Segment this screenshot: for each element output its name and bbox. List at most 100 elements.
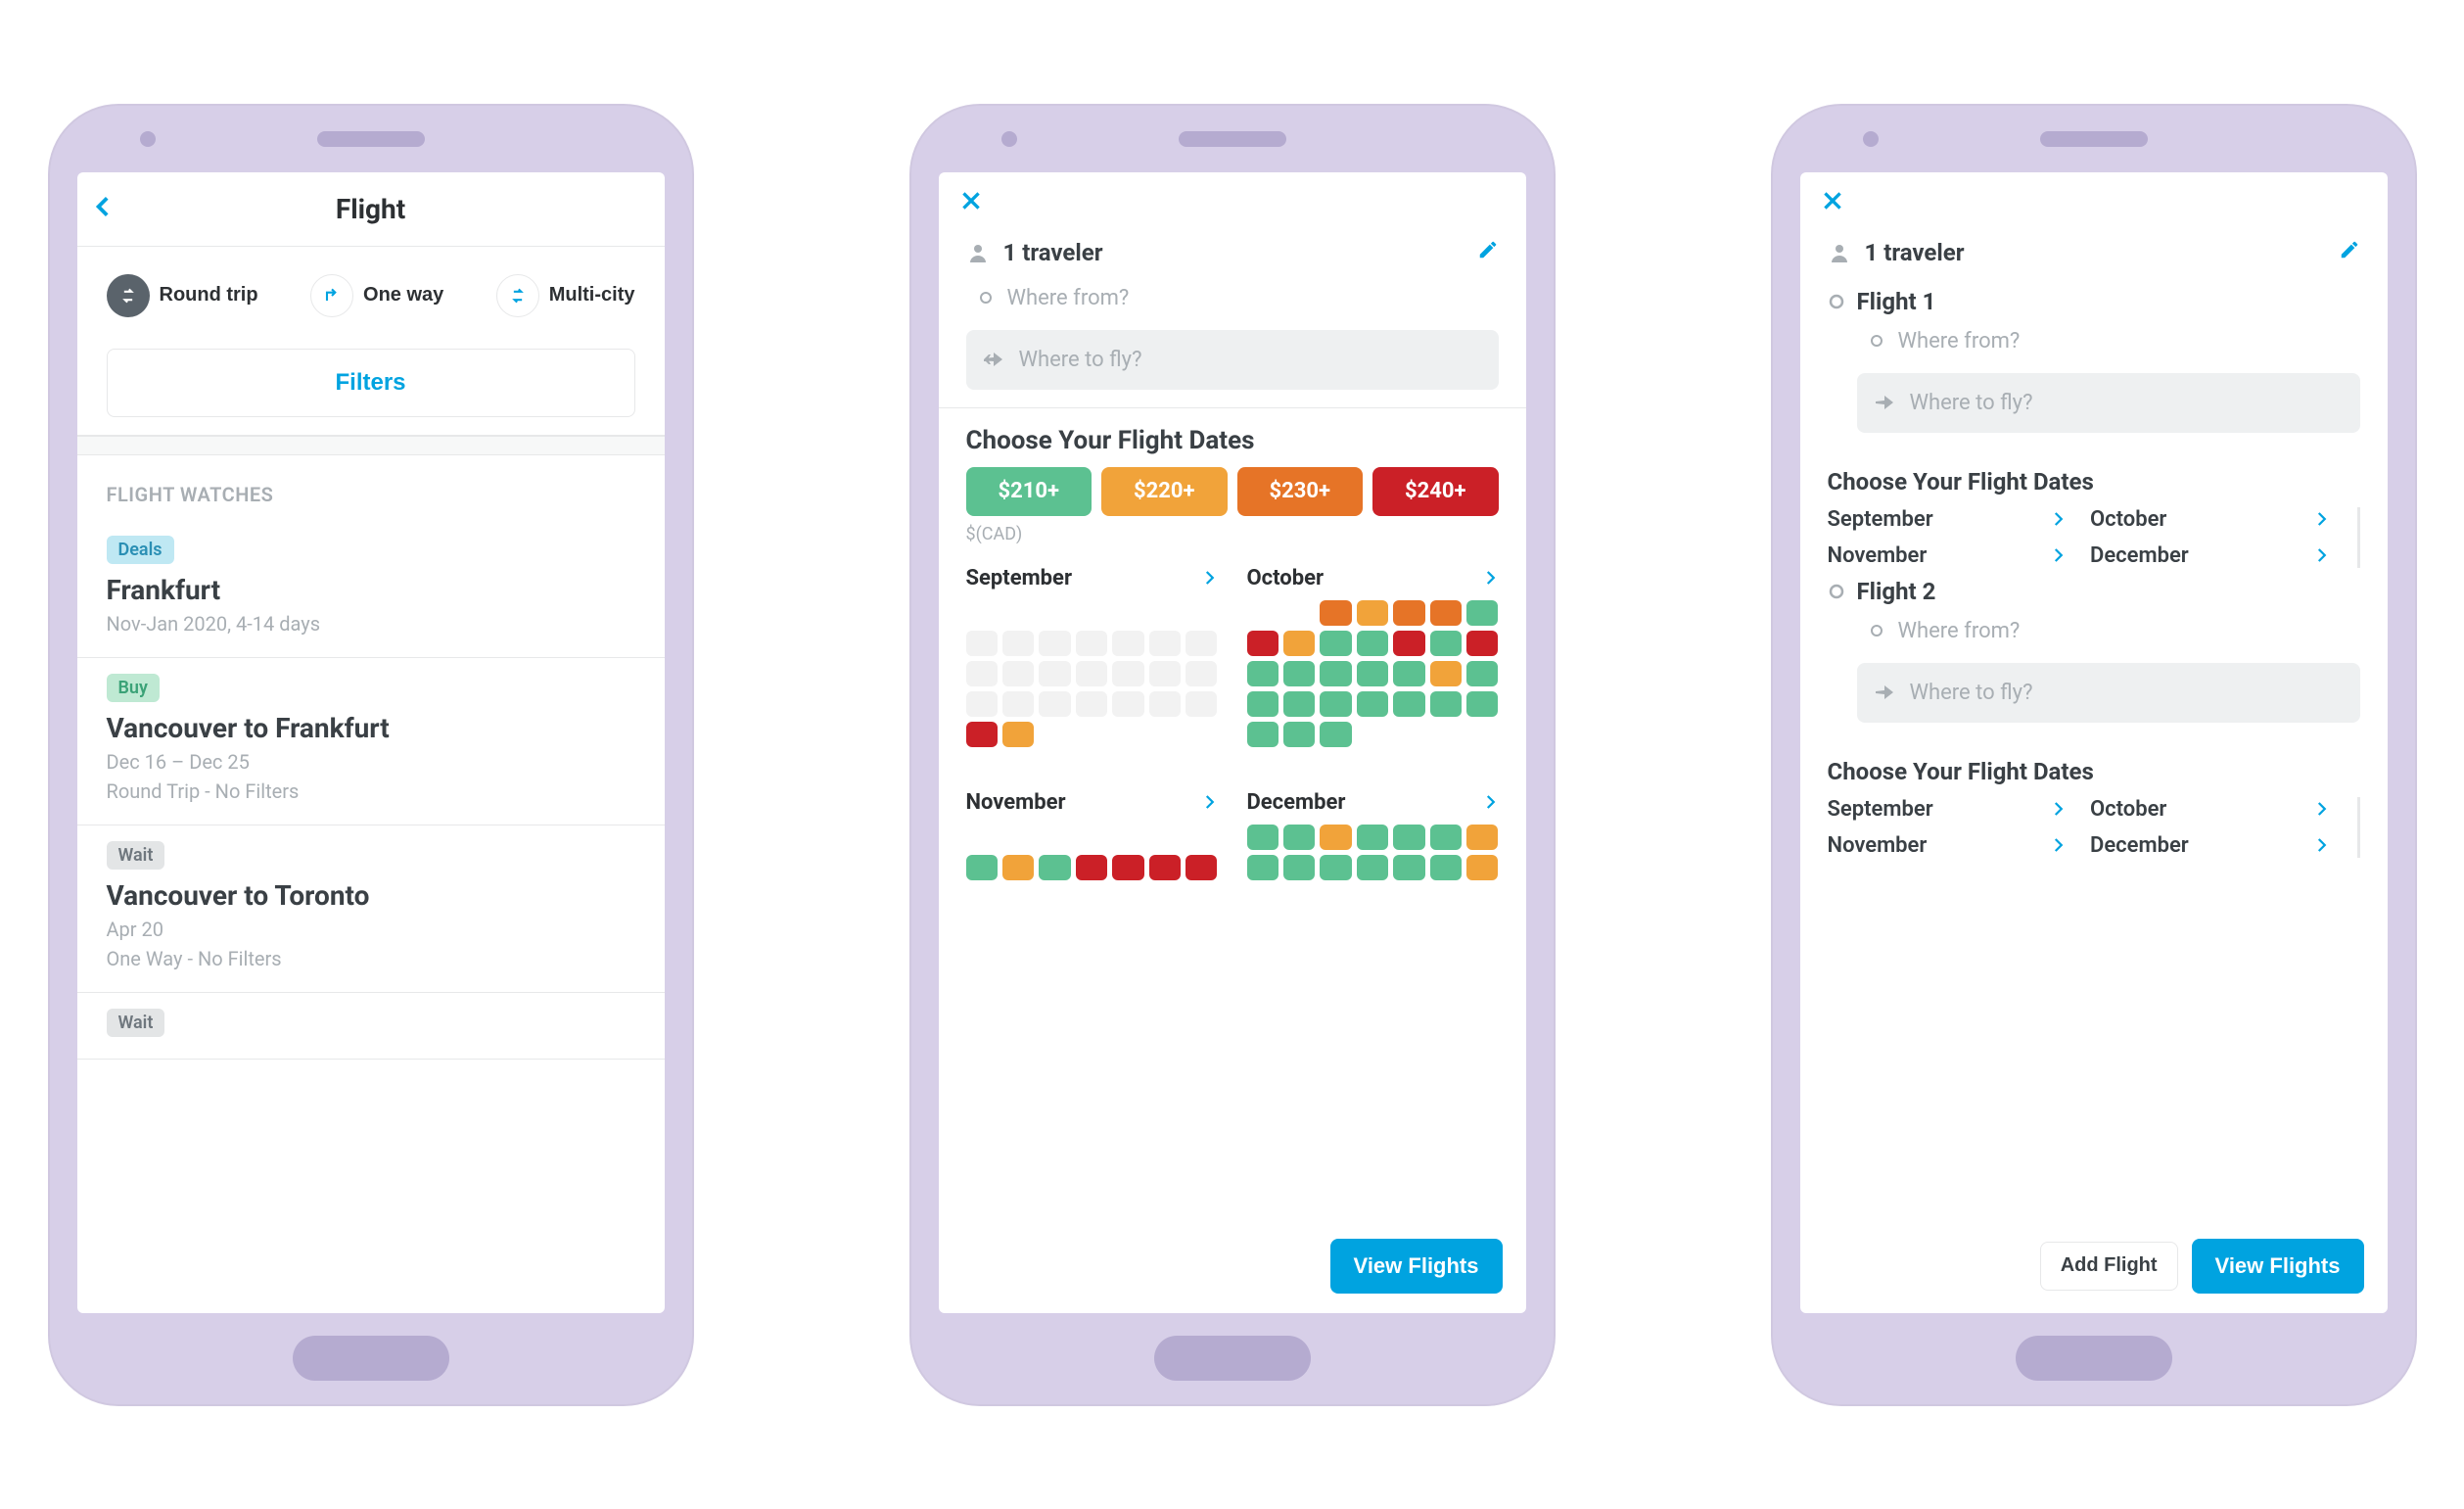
calendar-day[interactable]: [1466, 600, 1498, 626]
calendar-day[interactable]: [1247, 855, 1278, 880]
calendar-day[interactable]: [1430, 661, 1462, 686]
close-button[interactable]: [1820, 188, 1845, 219]
month-link[interactable]: December: [2090, 833, 2330, 858]
calendar-day: [1247, 600, 1278, 626]
calendar-day[interactable]: [1247, 631, 1278, 656]
month-link[interactable]: November: [1828, 543, 2068, 568]
calendar-day[interactable]: [1357, 855, 1388, 880]
month-header[interactable]: December: [1247, 790, 1499, 815]
calendar-day: [1149, 661, 1181, 686]
calendar-day: [1039, 825, 1070, 850]
month-header[interactable]: September: [966, 566, 1218, 590]
calendar-day[interactable]: [1357, 600, 1388, 626]
calendar-day[interactable]: [1430, 631, 1462, 656]
calendar-day[interactable]: [1076, 855, 1107, 880]
person-icon: [966, 241, 990, 264]
calendar-day: [966, 631, 998, 656]
segment-one-way[interactable]: One way: [310, 268, 443, 323]
phone-frame-2: 1 traveler Where from? Where to fly? Cho…: [909, 104, 1556, 1406]
calendar-day[interactable]: [1430, 825, 1462, 850]
calendar-day[interactable]: [1320, 600, 1351, 626]
where-to-input[interactable]: Where to fly?: [1857, 373, 2360, 433]
calendar-day[interactable]: [1247, 722, 1278, 747]
calendar-day[interactable]: [1247, 825, 1278, 850]
calendar-day[interactable]: [1320, 661, 1351, 686]
where-to-input[interactable]: Where to fly?: [1857, 663, 2360, 723]
add-flight-button[interactable]: Add Flight: [2040, 1242, 2178, 1291]
calendar-day[interactable]: [966, 722, 998, 747]
back-button[interactable]: [91, 190, 116, 227]
month-link[interactable]: September: [1828, 797, 2068, 822]
calendar-day[interactable]: [1320, 825, 1351, 850]
flight-watch-item[interactable]: Wait: [77, 993, 665, 1060]
calendar-day[interactable]: [1357, 691, 1388, 717]
calendar-day[interactable]: [1357, 825, 1388, 850]
calendar-day[interactable]: [1393, 691, 1424, 717]
where-from-input[interactable]: Where from?: [1857, 611, 2360, 651]
traveler-row[interactable]: 1 traveler: [966, 239, 1499, 266]
calendar-day[interactable]: [1393, 825, 1424, 850]
calendar-day[interactable]: [1149, 855, 1181, 880]
calendar-day[interactable]: [1283, 691, 1315, 717]
calendar-day[interactable]: [1393, 661, 1424, 686]
segment-multi-city[interactable]: Multi-city: [496, 268, 635, 323]
flight-watch-item[interactable]: BuyVancouver to FrankfurtDec 16 – Dec 25…: [77, 658, 665, 825]
calendar-day[interactable]: [1466, 631, 1498, 656]
calendar-day[interactable]: [1430, 691, 1462, 717]
close-button[interactable]: [958, 188, 984, 219]
calendar-day[interactable]: [1002, 855, 1034, 880]
month-link[interactable]: November: [1828, 833, 2068, 858]
calendar-day[interactable]: [1393, 631, 1424, 656]
calendar-day[interactable]: [1002, 722, 1034, 747]
month-name: November: [1828, 543, 1928, 568]
flight-watch-item[interactable]: WaitVancouver to TorontoApr 20One Way - …: [77, 825, 665, 993]
calendar-day[interactable]: [1247, 661, 1278, 686]
calendar-day[interactable]: [1393, 600, 1424, 626]
calendar-day[interactable]: [1466, 661, 1498, 686]
month-link[interactable]: December: [2090, 543, 2330, 568]
calendar-day[interactable]: [1320, 631, 1351, 656]
calendar-day: [1149, 825, 1181, 850]
edit-travelers-button[interactable]: [2339, 239, 2360, 266]
view-flights-button[interactable]: View Flights: [2192, 1239, 2364, 1294]
plane-icon: [1873, 391, 1896, 414]
calendar-day[interactable]: [1357, 631, 1388, 656]
month-header[interactable]: November: [966, 790, 1218, 815]
calendar-day[interactable]: [1466, 855, 1498, 880]
calendar-day[interactable]: [1283, 631, 1315, 656]
calendar-day[interactable]: [1466, 825, 1498, 850]
month-header[interactable]: October: [1247, 566, 1499, 590]
calendar-day[interactable]: [1247, 691, 1278, 717]
calendar-day[interactable]: [1283, 661, 1315, 686]
edit-travelers-button[interactable]: [1477, 239, 1499, 266]
calendar-day[interactable]: [1430, 600, 1462, 626]
status-badge: Wait: [107, 841, 165, 870]
calendar-day[interactable]: [1320, 691, 1351, 717]
close-icon: [958, 188, 984, 213]
calendar-day[interactable]: [1039, 855, 1070, 880]
month-link[interactable]: October: [2090, 797, 2330, 822]
calendar-day[interactable]: [1283, 722, 1315, 747]
calendar-day[interactable]: [1112, 855, 1143, 880]
calendar-day[interactable]: [1320, 722, 1351, 747]
calendar-day[interactable]: [1466, 691, 1498, 717]
calendar-day[interactable]: [1320, 855, 1351, 880]
month-link[interactable]: September: [1828, 507, 2068, 532]
where-to-input[interactable]: Where to fly?: [966, 330, 1499, 390]
calendar-day[interactable]: [1186, 855, 1217, 880]
calendar-day[interactable]: [1430, 855, 1462, 880]
calendar-day[interactable]: [1283, 855, 1315, 880]
calendar-day[interactable]: [1393, 855, 1424, 880]
traveler-row[interactable]: 1 traveler: [1828, 239, 2360, 266]
month-block: October: [1247, 552, 1499, 747]
calendar-day[interactable]: [1357, 661, 1388, 686]
where-from-input[interactable]: Where from?: [966, 278, 1499, 318]
calendar-day[interactable]: [966, 855, 998, 880]
view-flights-button[interactable]: View Flights: [1330, 1239, 1503, 1294]
filters-button[interactable]: Filters: [107, 349, 635, 417]
where-from-input[interactable]: Where from?: [1857, 321, 2360, 361]
flight-watch-item[interactable]: DealsFrankfurtNov-Jan 2020, 4-14 days: [77, 520, 665, 658]
calendar-day[interactable]: [1283, 825, 1315, 850]
segment-round-trip[interactable]: Round trip: [107, 268, 258, 323]
month-link[interactable]: October: [2090, 507, 2330, 532]
